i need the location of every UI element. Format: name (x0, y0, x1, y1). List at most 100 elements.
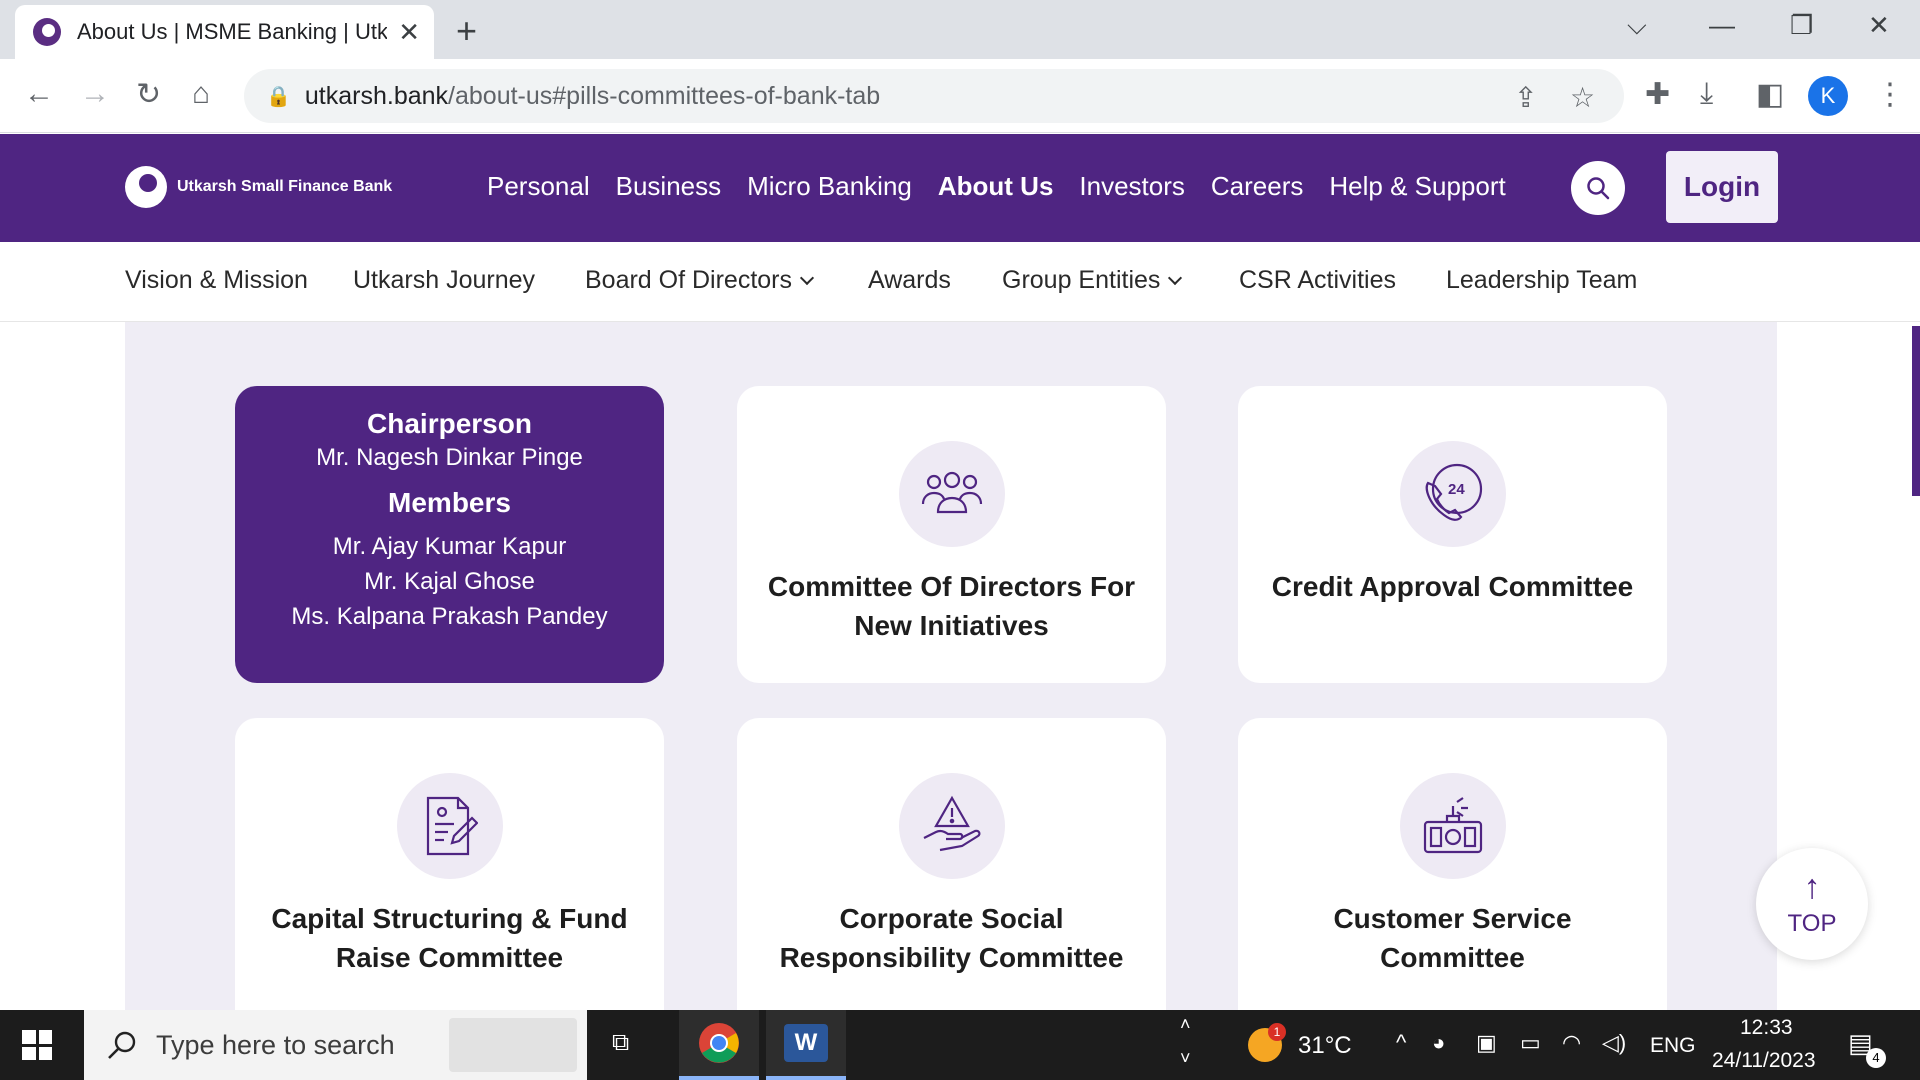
nav-personal[interactable]: Personal (487, 171, 590, 202)
search-icon (1587, 177, 1610, 200)
tray-overflow-icon[interactable]: ^ (1396, 1030, 1406, 1056)
subnav-vision-mission[interactable]: Vision & Mission (125, 266, 308, 295)
nav-about-us[interactable]: About Us (938, 171, 1054, 202)
member-name: Ms. Kalpana Prakash Pandey (291, 603, 608, 630)
close-tab-icon[interactable]: ✕ (398, 17, 420, 48)
icon-badge (396, 773, 503, 879)
taskbar-scroll-up-icon[interactable]: ˄ (1180, 1014, 1191, 1035)
taskbar-scroll-down-icon[interactable]: ˅ (1180, 1048, 1191, 1069)
new-tab-icon[interactable]: + (456, 10, 477, 52)
bank-logo[interactable]: Utkarsh Small Finance Bank (125, 166, 392, 208)
hand-alert-icon (923, 795, 981, 852)
subnav-label: Board Of Directors (585, 266, 793, 294)
chevron-down-icon (1168, 270, 1183, 286)
subnav-csr-activities[interactable]: CSR Activities (1239, 266, 1396, 295)
clock-date[interactable]: 24/11/2023 (1712, 1049, 1816, 1073)
url-path: /about-us#pills-committees-of-bank-tab (448, 81, 881, 110)
tab-title: About Us | MSME Banking | Utkarsh (77, 19, 387, 44)
committee-card-credit-approval[interactable]: 24 Credit Approval Committee (1238, 386, 1667, 683)
nav-micro-banking[interactable]: Micro Banking (747, 171, 912, 202)
clock-time[interactable]: 12:33 (1740, 1016, 1793, 1040)
minimize-icon[interactable]: — (1709, 10, 1735, 41)
back-to-top-button[interactable]: ↑ TOP (1756, 848, 1868, 960)
download-icon[interactable]: ⤓ (1700, 77, 1713, 111)
back-icon[interactable]: ← (24, 77, 54, 111)
member-name: Mr. Ajay Kumar Kapur (332, 533, 567, 560)
subnav-utkarsh-journey[interactable]: Utkarsh Journey (353, 266, 535, 295)
notifications-count: 4 (1866, 1048, 1886, 1068)
browser-tab-bar: About Us | MSME Banking | Utkarsh ✕ + ⌵ … (0, 0, 1920, 59)
windows-start-icon[interactable] (22, 1030, 52, 1060)
top-label: TOP (1787, 910, 1837, 937)
volume-icon[interactable]: ◁) (1602, 1030, 1626, 1056)
meet-now-icon[interactable]: ▣ (1476, 1030, 1497, 1056)
side-panel-icon[interactable]: ◧ (1756, 77, 1784, 112)
site-header: Utkarsh Small Finance Bank Personal Busi… (0, 134, 1920, 242)
share-icon[interactable]: ⇪ (1514, 81, 1537, 114)
committee-card-capital-structuring[interactable]: Capital Structuring & Fund Raise Committ… (235, 718, 664, 1038)
restore-icon[interactable]: ❐ (1790, 10, 1813, 41)
nav-help-support[interactable]: Help & Support (1329, 171, 1505, 202)
site-search-button[interactable] (1571, 161, 1625, 215)
battery-icon[interactable]: ▭ (1520, 1030, 1541, 1056)
committee-card-customer-service[interactable]: Customer Service Committee (1238, 718, 1667, 1038)
subnav-awards[interactable]: Awards (868, 266, 951, 295)
word-app-icon[interactable]: W (766, 1010, 846, 1080)
chrome-logo-icon (699, 1023, 739, 1063)
weather-badge: 1 (1268, 1023, 1286, 1041)
weather-temp[interactable]: 31°C (1298, 1032, 1352, 1060)
chairperson-name: Mr. Nagesh Dinkar Pinge (316, 444, 583, 471)
taskbar-search-placeholder: Type here to search (156, 1029, 395, 1060)
chevron-down-icon (799, 270, 815, 286)
icon-badge: 24 (1399, 441, 1506, 547)
about-sub-nav: Vision & Mission Utkarsh Journey Board O… (0, 242, 1920, 322)
browser-toolbar: ← → ↻ ⌂ 🔒 utkarsh.bank/about-us#pills-co… (0, 59, 1920, 133)
svg-text:24: 24 (1448, 481, 1465, 498)
committee-title: Committee Of Directors For New Initiativ… (767, 571, 1136, 641)
menu-kebab-icon[interactable]: ⋮ (1875, 77, 1905, 112)
logo-text: Utkarsh Small Finance Bank (177, 178, 393, 195)
nav-investors[interactable]: Investors (1079, 171, 1185, 202)
home-icon[interactable]: ⌂ (192, 77, 210, 111)
subnav-group-entities[interactable]: Group Entities (1002, 266, 1183, 295)
icon-badge (898, 441, 1005, 547)
subnav-label: Vision & Mission (125, 266, 308, 294)
committees-panel: Chairperson Mr. Nagesh Dinkar Pinge Memb… (125, 322, 1777, 1038)
language-indicator[interactable]: ENG (1650, 1034, 1696, 1058)
wifi-icon[interactable]: ◠ (1562, 1030, 1581, 1056)
close-window-icon[interactable]: ✕ (1868, 10, 1890, 41)
task-view-icon[interactable]: ⧉ (612, 1029, 629, 1057)
committee-card-audit-active[interactable]: Chairperson Mr. Nagesh Dinkar Pinge Memb… (235, 386, 664, 683)
teams-icon[interactable]: ◕ (1432, 1030, 1445, 1056)
subnav-leadership-team[interactable]: Leadership Team (1446, 266, 1637, 295)
tab-search-chevron-icon[interactable]: ⌵ (1627, 10, 1647, 42)
subnav-label: Group Entities (1002, 266, 1161, 294)
extensions-icon[interactable]: ✚ (1645, 77, 1670, 112)
nav-business[interactable]: Business (616, 171, 722, 202)
nav-careers[interactable]: Careers (1211, 171, 1303, 202)
subnav-label: Leadership Team (1446, 266, 1638, 294)
phone-24-icon: 24 (1425, 463, 1482, 521)
windows-taskbar: Type here to search ⧉ W ˄ ˅ 1 31°C ^ ◕ ▣… (0, 1010, 1920, 1080)
page-scrollbar-thumb[interactable] (1912, 326, 1920, 496)
reload-icon[interactable]: ↻ (136, 77, 161, 112)
bookmark-star-icon[interactable]: ☆ (1570, 81, 1595, 114)
subnav-label: Awards (868, 266, 951, 294)
committee-card-csr[interactable]: Corporate Social Responsibility Committe… (737, 718, 1166, 1038)
chrome-app-icon[interactable] (679, 1010, 759, 1080)
members-heading: Members (388, 487, 511, 518)
taskbar-search-box[interactable]: Type here to search (84, 1010, 587, 1080)
site-favicon-icon (33, 18, 61, 46)
subnav-board-of-directors[interactable]: Board Of Directors (585, 266, 815, 295)
browser-tab[interactable]: About Us | MSME Banking | Utkarsh ✕ (15, 5, 434, 59)
people-widget-icon[interactable] (449, 1018, 577, 1072)
login-button[interactable]: Login (1666, 151, 1778, 223)
member-name: Mr. Kajal Ghose (364, 568, 535, 595)
forward-icon[interactable]: → (80, 77, 110, 111)
committee-card-new-initiatives[interactable]: Committee Of Directors For New Initiativ… (737, 386, 1166, 683)
icon-badge (898, 773, 1005, 879)
address-bar[interactable]: 🔒 utkarsh.bank/about-us#pills-committees… (244, 69, 1624, 123)
group-icon (921, 471, 982, 514)
profile-avatar[interactable]: K (1808, 76, 1848, 116)
